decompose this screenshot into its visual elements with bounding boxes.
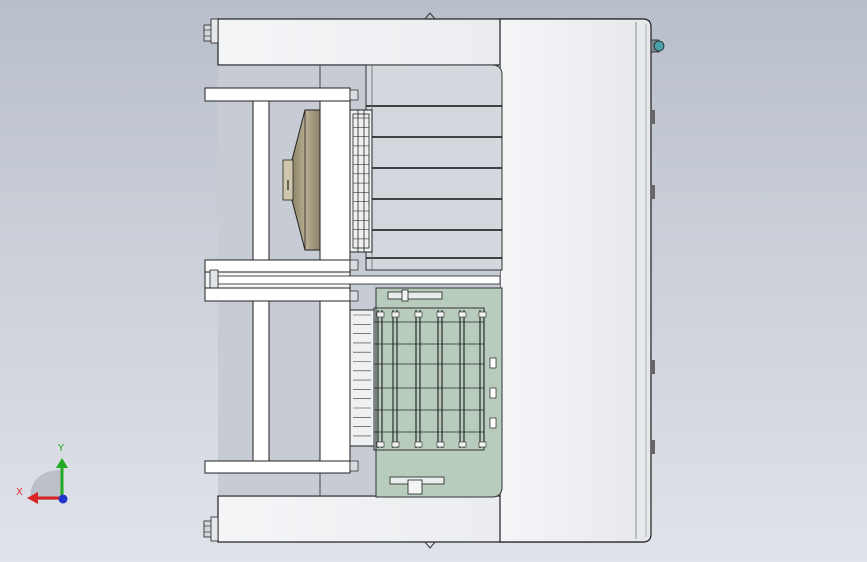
- basket-clip: [436, 441, 445, 448]
- frame-right-spine[interactable]: [499, 18, 652, 543]
- basket-clip: [376, 311, 385, 318]
- upper-tray-rails[interactable]: [349, 109, 373, 253]
- bottom-notch: [424, 541, 436, 549]
- basket-clip: [376, 441, 385, 448]
- basket-clip: [458, 441, 467, 448]
- basket-clip: [391, 441, 400, 448]
- basket-clip: [478, 441, 487, 448]
- side-knob[interactable]: [650, 39, 665, 454]
- basket-clip: [436, 311, 445, 318]
- basket-clip: [458, 311, 467, 318]
- basket-clip: [478, 311, 487, 318]
- triad-x-label: X: [16, 487, 23, 498]
- top-notch: [424, 12, 436, 20]
- axis-triad: [27, 458, 68, 504]
- basket-clip: [414, 441, 423, 448]
- triad-y-arrowhead: [56, 458, 68, 468]
- basket-clip: [414, 311, 423, 318]
- triad-y-label: Y: [58, 443, 65, 454]
- graphics-viewport[interactable]: X Y: [0, 0, 867, 562]
- lower-rail-frame: [349, 309, 375, 447]
- cad-model-drawing[interactable]: [0, 0, 867, 562]
- basket-clip: [391, 311, 400, 318]
- triad-z-axis: [58, 494, 68, 504]
